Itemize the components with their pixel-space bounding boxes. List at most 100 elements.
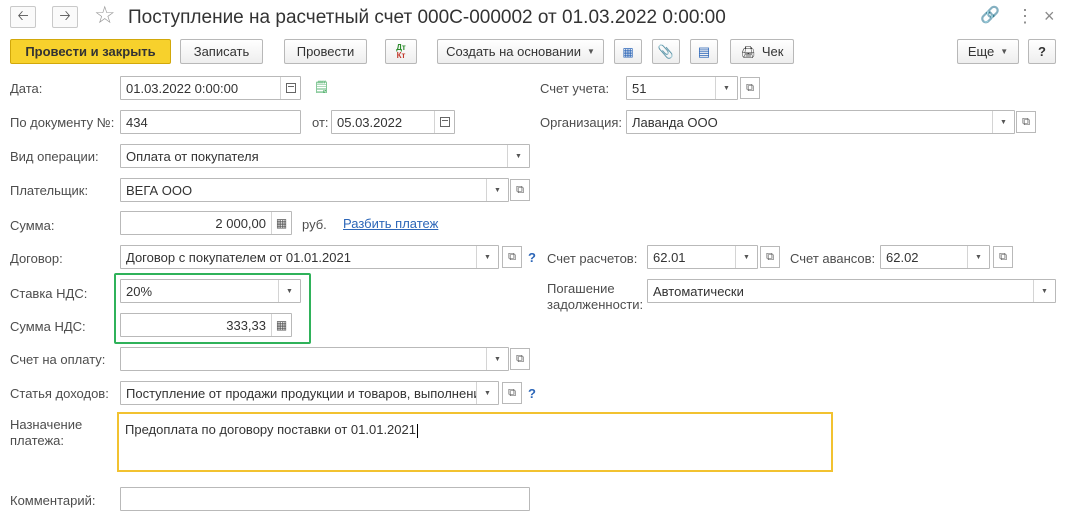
- chevron-down-icon: ▼: [586, 47, 595, 56]
- comment-field[interactable]: [120, 487, 530, 511]
- open-icon[interactable]: ⧉: [502, 382, 522, 404]
- vertical-dots-icon[interactable]: ⋮: [1016, 6, 1034, 26]
- income-item-field[interactable]: Поступление от продажи продукции и товар…: [120, 381, 499, 405]
- open-icon[interactable]: ⧉: [510, 179, 530, 201]
- open-icon[interactable]: ⧉: [1016, 111, 1036, 133]
- help-label: ?: [1038, 44, 1046, 59]
- settlement-account-value: 62.01: [653, 249, 686, 265]
- open-icon[interactable]: ⧉: [760, 246, 780, 268]
- date-field[interactable]: 01.03.2022 0:00:00: [120, 76, 301, 100]
- chevron-down-icon[interactable]: ▼: [476, 246, 498, 268]
- purpose-textarea[interactable]: Предоплата по договору поставки от 01.01…: [117, 412, 833, 472]
- split-payment-link[interactable]: Разбить платеж: [343, 216, 438, 231]
- payer-label: Плательщик:: [10, 183, 89, 198]
- more-label: Еще: [967, 44, 995, 59]
- calculator-icon[interactable]: ▦: [271, 212, 291, 234]
- organization-label: Организация:: [540, 115, 623, 130]
- hierarchy-icon: ▦: [622, 44, 634, 59]
- chevron-down-icon[interactable]: ▼: [486, 348, 508, 370]
- calendar-icon[interactable]: [434, 111, 454, 133]
- paperclip-icon: 📎: [657, 43, 675, 59]
- window-title: Поступление на расчетный счет 000С-00000…: [128, 7, 726, 28]
- open-icon[interactable]: ⧉: [740, 77, 760, 99]
- debt-repayment-field[interactable]: Автоматически ▼: [647, 279, 1056, 303]
- doc-number-label: По документу №:: [10, 115, 115, 130]
- save-button[interactable]: Записать: [180, 39, 263, 64]
- debt-repayment-label: Погашение задолженности:: [547, 281, 643, 313]
- attachments-button[interactable]: 📎: [652, 39, 680, 64]
- vat-amount-field[interactable]: 333,33 ▦: [120, 313, 292, 337]
- invoice-field[interactable]: ▼: [120, 347, 509, 371]
- account-field[interactable]: 51 ▼: [626, 76, 738, 100]
- star-icon[interactable]: ☆: [94, 4, 116, 28]
- document-list-icon: ▤: [697, 43, 711, 59]
- close-icon[interactable]: ×: [1044, 6, 1055, 26]
- vat-amount-value: 333,33: [226, 317, 266, 333]
- contract-help-icon[interactable]: ?: [528, 250, 536, 265]
- open-icon[interactable]: ⧉: [993, 246, 1013, 268]
- chevron-down-icon: ▼: [1000, 47, 1009, 56]
- back-button[interactable]: 🡠: [10, 6, 36, 28]
- post-button[interactable]: Провести: [284, 39, 367, 64]
- vat-rate-value: 20%: [126, 283, 153, 299]
- account-label: Счет учета:: [540, 81, 610, 96]
- chevron-down-icon[interactable]: ▼: [967, 246, 989, 268]
- account-value: 51: [632, 80, 647, 96]
- help-button[interactable]: ?: [1028, 39, 1056, 64]
- payer-field[interactable]: ВЕГА ООО ▼: [120, 178, 509, 202]
- link-icon[interactable]: 🔗: [980, 6, 1000, 26]
- amount-field[interactable]: 2 000,00 ▦: [120, 211, 292, 235]
- contract-value: Договор с покупателем от 01.01.2021: [126, 249, 351, 265]
- calendar-icon[interactable]: [280, 77, 300, 99]
- check-button[interactable]: 🖨 Чек: [730, 39, 794, 64]
- create-based-on-label: Создать на основании: [446, 44, 581, 59]
- chevron-down-icon[interactable]: ▼: [486, 179, 508, 201]
- chevron-down-icon[interactable]: ▼: [715, 77, 737, 99]
- income-item-help-icon[interactable]: ?: [528, 386, 536, 401]
- vat-rate-label: Ставка НДС:: [10, 286, 88, 301]
- post-and-close-button[interactable]: Провести и закрыть: [10, 39, 171, 64]
- comment-label: Комментарий:: [10, 493, 96, 508]
- calculator-icon[interactable]: ▦: [271, 314, 291, 336]
- dt-kt-icon-bottom: Кт: [396, 50, 406, 60]
- open-icon[interactable]: ⧉: [502, 246, 522, 268]
- purpose-text: Предоплата по договору поставки от 01.01…: [125, 422, 416, 437]
- cash-register-icon: 🖨: [740, 44, 756, 59]
- vat-amount-label: Сумма НДС:: [10, 319, 86, 334]
- debt-repayment-label-line2: задолженности:: [547, 297, 644, 312]
- status-icon[interactable]: 🗒: [314, 80, 329, 94]
- contract-field[interactable]: Договор с покупателем от 01.01.2021 ▼: [120, 245, 499, 269]
- structure-button[interactable]: ▦: [614, 39, 642, 64]
- doc-date-field[interactable]: 05.03.2022: [331, 110, 455, 134]
- advance-account-field[interactable]: 62.02 ▼: [880, 245, 990, 269]
- open-icon[interactable]: ⧉: [510, 348, 530, 370]
- chevron-down-icon[interactable]: ▼: [992, 111, 1014, 133]
- create-based-on-button[interactable]: Создать на основании ▼: [437, 39, 604, 64]
- doc-number-field[interactable]: 434: [120, 110, 301, 134]
- vat-rate-field[interactable]: 20% ▼: [120, 279, 301, 303]
- chevron-down-icon[interactable]: ▼: [1033, 280, 1055, 302]
- check-label: Чек: [761, 44, 784, 59]
- organization-field[interactable]: Лаванда ООО ▼: [626, 110, 1015, 134]
- date-value: 01.03.2022 0:00:00: [126, 80, 239, 96]
- chevron-down-icon[interactable]: ▼: [476, 382, 498, 404]
- report-button[interactable]: ▤: [690, 39, 718, 64]
- operation-field[interactable]: Оплата от покупателя ▼: [120, 144, 530, 168]
- dt-kt-button[interactable]: Дт Кт: [385, 39, 417, 64]
- more-button[interactable]: Еще ▼: [957, 39, 1019, 64]
- advance-account-label: Счет авансов:: [790, 251, 876, 266]
- doc-date-label: от:: [312, 115, 329, 130]
- debt-repayment-value: Автоматически: [653, 283, 744, 299]
- amount-value: 2 000,00: [215, 215, 266, 231]
- doc-date-value: 05.03.2022: [337, 114, 403, 130]
- chevron-down-icon[interactable]: ▼: [735, 246, 757, 268]
- forward-button[interactable]: 🡢: [52, 6, 78, 28]
- chevron-down-icon[interactable]: ▼: [278, 280, 300, 302]
- invoice-label: Счет на оплату:: [10, 352, 106, 367]
- arrow-right-icon: 🡢: [59, 7, 71, 23]
- chevron-down-icon[interactable]: ▼: [507, 145, 529, 167]
- advance-account-value: 62.02: [886, 249, 919, 265]
- settlement-account-field[interactable]: 62.01 ▼: [647, 245, 758, 269]
- operation-value: Оплата от покупателя: [126, 148, 259, 164]
- save-label: Записать: [193, 44, 250, 59]
